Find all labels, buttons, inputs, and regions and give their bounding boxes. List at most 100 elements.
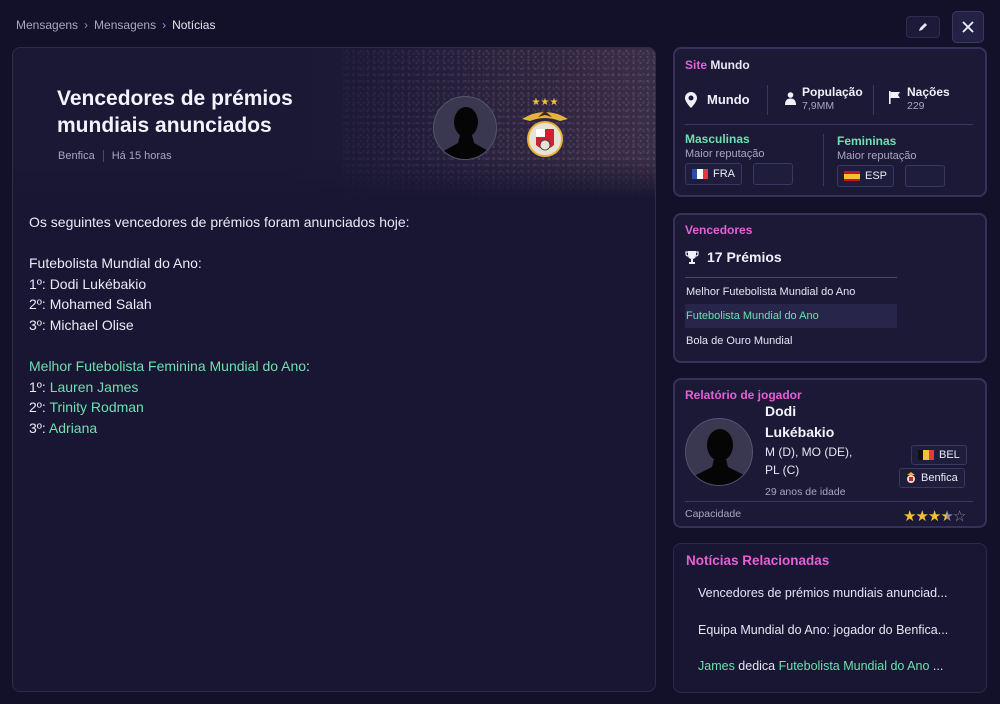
star-icon: ★: [903, 508, 916, 525]
silhouette-icon: [440, 107, 492, 159]
body-text: Os seguintes vencedores de prémios foram…: [29, 214, 410, 230]
rank: 3º:: [29, 419, 49, 436]
article-body: Os seguintes vencedores de prémios foram…: [29, 212, 410, 439]
male-country-chip[interactable]: FRA: [685, 163, 742, 185]
related-news-title: Notícias Relacionadas: [686, 553, 830, 568]
player-report-avatar[interactable]: [685, 418, 753, 486]
breadcrumb-item[interactable]: Mensagens: [16, 18, 78, 32]
rank: 2º:: [29, 296, 50, 313]
population-label: População: [802, 85, 863, 99]
breadcrumb-item[interactable]: Mensagens: [94, 18, 156, 32]
winner-link[interactable]: Lauren James: [50, 379, 139, 395]
winner-name: Michael Olise: [49, 316, 134, 333]
female-empty-slot[interactable]: [905, 165, 945, 187]
related-news-item[interactable]: Equipa Mundial do Ano: jogador do Benfic…: [698, 623, 964, 637]
body-line: 2º: Mohamed Salah: [29, 294, 410, 315]
female-country-chip[interactable]: ESP: [837, 165, 895, 187]
site-label: Site: [685, 58, 708, 72]
body-line: 3º: Michael Olise: [29, 315, 410, 336]
player-nation-code: BEL: [939, 449, 960, 461]
belgium-flag-icon: [918, 450, 934, 460]
breadcrumb: Mensagens › Mensagens › Notícias: [16, 18, 215, 32]
body-line: 2º: Trinity Rodman: [29, 397, 410, 418]
header-fade-bottom: [13, 158, 655, 198]
benfica-crest-icon: [907, 472, 915, 483]
article-source[interactable]: Benfica: [58, 150, 95, 162]
svg-text:★★★: ★★★: [532, 97, 559, 108]
site-name: Mundo: [710, 58, 750, 72]
winner-name: Mohamed Salah: [49, 296, 152, 313]
award-list-item[interactable]: Melhor Futebolista Mundial do Ano: [685, 280, 897, 304]
population-stat: População 7,9MM: [785, 85, 863, 112]
half-star-icon: ★: [940, 508, 953, 525]
award-list-item-selected[interactable]: Futebolista Mundial do Ano: [685, 304, 897, 328]
rank: 1º:: [29, 275, 50, 292]
female-reputation-label: Maior reputação: [837, 150, 917, 162]
flag-icon: [889, 91, 900, 104]
close-button[interactable]: [952, 11, 984, 43]
winner-link[interactable]: Trinity Rodman: [49, 399, 143, 415]
player-club-chip[interactable]: Benfica: [899, 468, 965, 488]
chevron-right-icon: ›: [84, 18, 89, 32]
positions-line: M (D), MO (DE),: [765, 445, 853, 459]
winner-link[interactable]: Adriana: [49, 420, 97, 436]
france-flag-icon: [692, 169, 708, 179]
body-line: 1º: Dodi Lukébakio: [29, 274, 410, 295]
top-bar: Mensagens › Mensagens › Notícias: [0, 0, 1000, 48]
award-heading-link[interactable]: Melhor Futebolista Feminina Mundial do A…: [29, 358, 306, 374]
nations-stat: Nações 229: [889, 85, 950, 112]
body-line: 1º: Lauren James: [29, 377, 410, 398]
divider: [767, 85, 768, 115]
article-title: Vencedores de prémios mundiais anunciado…: [57, 87, 293, 137]
pencil-icon: [919, 23, 927, 31]
player-first-name: Dodi: [765, 403, 797, 419]
player-nation-chip[interactable]: BEL: [911, 445, 967, 465]
article-header: Vencedores de prémios mundiais anunciado…: [13, 48, 655, 198]
star-icon: ★: [927, 508, 941, 525]
male-reputation-label: Maior reputação: [685, 148, 765, 160]
winners-title: Vencedores: [685, 223, 753, 237]
population-value: 7,9MM: [802, 100, 835, 112]
article-time: Há 15 horas: [111, 150, 172, 162]
body-line: Melhor Futebolista Feminina Mundial do A…: [29, 356, 410, 377]
star-icon: ★: [915, 508, 928, 525]
body-line: [29, 336, 410, 357]
article-panel: Vencedores de prémios mundiais anunciado…: [12, 47, 656, 692]
spain-flag-icon: [844, 171, 860, 181]
close-icon: [962, 21, 974, 33]
site-panel-title: Site Mundo: [685, 58, 750, 72]
award-list-item[interactable]: Bola de Ouro Mundial: [685, 329, 897, 353]
divider: [102, 150, 104, 162]
related-news-panel: Notícias Relacionadas Vencedores de prém…: [673, 543, 987, 693]
awards-count: 17 Prémios: [685, 249, 782, 265]
player-report-title: Relatório de jogador: [685, 388, 802, 402]
location-stat[interactable]: Mundo: [685, 92, 750, 108]
rank: 2º:: [29, 399, 50, 416]
award-heading: Futebolista Mundial do Ano:: [29, 255, 202, 272]
news-window: Mensagens › Mensagens › Notícias Vencedo…: [0, 0, 1000, 704]
chevron-right-icon: ›: [162, 18, 167, 32]
player-name[interactable]: Dodi Lukébakio: [765, 401, 834, 443]
positions-line: PL (C): [765, 463, 800, 477]
related-link[interactable]: James: [698, 659, 735, 673]
person-icon: [785, 92, 796, 105]
related-news-item[interactable]: James dedica Futebolista Mundial do Ano …: [698, 659, 964, 673]
article-meta: Benfica Há 15 horas: [58, 150, 172, 162]
related-link[interactable]: Futebolista Mundial do Ano: [779, 659, 930, 673]
body-line: [29, 233, 410, 254]
body-line: Os seguintes vencedores de prémios foram…: [29, 212, 410, 233]
player-club-name: Benfica: [921, 472, 958, 484]
winners-panel: Vencedores 17 Prémios Melhor Futebolista…: [673, 213, 987, 363]
colon: :: [306, 358, 310, 375]
edit-button[interactable]: [906, 16, 940, 38]
awards-count-label: 17 Prémios: [707, 249, 782, 265]
female-label: Femininas: [837, 134, 897, 148]
location-pin-icon: [685, 92, 697, 108]
benfica-crest-icon[interactable]: ★★★: [516, 95, 574, 163]
player-avatar[interactable]: [433, 96, 497, 160]
location-name: Mundo: [707, 92, 750, 107]
divider: [873, 85, 874, 115]
male-empty-slot[interactable]: [753, 163, 793, 185]
winner-name: Dodi Lukébakio: [49, 275, 147, 292]
related-news-item[interactable]: Vencedores de prémios mundiais anunciad.…: [698, 586, 964, 600]
